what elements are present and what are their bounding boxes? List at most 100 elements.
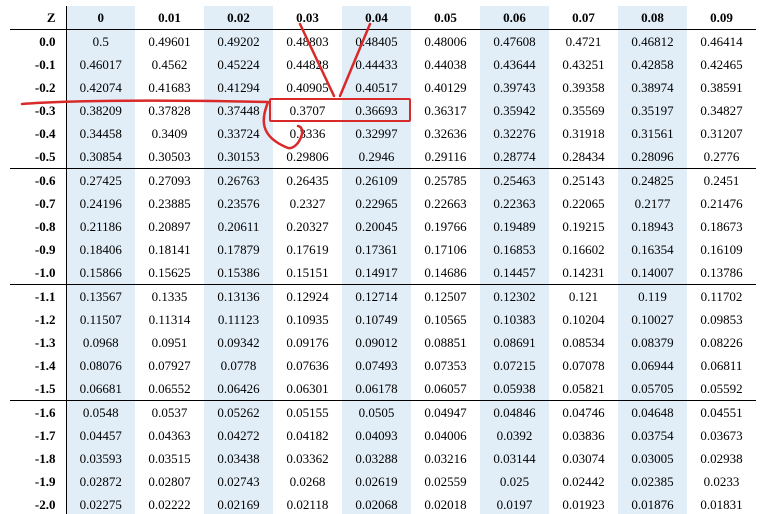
cell: 0.40905 <box>273 76 342 99</box>
cell: 0.28774 <box>480 145 549 169</box>
cell: 0.07927 <box>135 354 204 377</box>
cell: 0.42465 <box>687 53 756 76</box>
cell: 0.43251 <box>549 53 618 76</box>
cell: 0.43644 <box>480 53 549 76</box>
row-header: -2.0 <box>10 493 66 514</box>
table-row: -1.20.115070.113140.111230.109350.107490… <box>10 308 756 331</box>
table-row: 0.00.50.496010.492020.488030.484050.4800… <box>10 30 756 54</box>
cell: 0.10749 <box>342 308 411 331</box>
cell: 0.13136 <box>204 285 273 309</box>
cell: 0.22065 <box>549 192 618 215</box>
cell: 0.03074 <box>549 447 618 470</box>
cell: 0.46812 <box>618 30 687 54</box>
cell: 0.31207 <box>687 122 756 145</box>
cell: 0.44038 <box>411 53 480 76</box>
col-header: 0.01 <box>135 6 204 30</box>
cell: 0.14917 <box>342 261 411 285</box>
cell: 0.12924 <box>273 285 342 309</box>
cell: 0.15386 <box>204 261 273 285</box>
cell: 0.3409 <box>135 122 204 145</box>
cell: 0.04182 <box>273 424 342 447</box>
cell: 0.04006 <box>411 424 480 447</box>
cell: 0.18406 <box>66 238 135 261</box>
cell: 0.07353 <box>411 354 480 377</box>
row-header: -1.2 <box>10 308 66 331</box>
row-header: -0.3 <box>10 99 66 122</box>
cell: 0.35197 <box>618 99 687 122</box>
cell: 0.42858 <box>618 53 687 76</box>
row-header: 0.0 <box>10 30 66 54</box>
col-header: 0.08 <box>618 6 687 30</box>
cell: 0.23576 <box>204 192 273 215</box>
row-header: -1.3 <box>10 331 66 354</box>
cell: 0.20045 <box>342 215 411 238</box>
cell: 0.16853 <box>480 238 549 261</box>
cell: 0.23885 <box>135 192 204 215</box>
cell: 0.35569 <box>549 99 618 122</box>
cell: 0.0197 <box>480 493 549 514</box>
cell: 0.36317 <box>411 99 480 122</box>
table-row: -0.30.382090.378280.374480.37070.366930.… <box>10 99 756 122</box>
cell: 0.2776 <box>687 145 756 169</box>
cell: 0.22965 <box>342 192 411 215</box>
cell: 0.46017 <box>66 53 135 76</box>
cell: 0.14686 <box>411 261 480 285</box>
col-header: 0.05 <box>411 6 480 30</box>
cell: 0.09853 <box>687 308 756 331</box>
cell: 0.02619 <box>342 470 411 493</box>
cell: 0.11702 <box>687 285 756 309</box>
cell: 0.06681 <box>66 377 135 401</box>
cell: 0.39358 <box>549 76 618 99</box>
cell: 0.24825 <box>618 169 687 193</box>
cell: 0.2177 <box>618 192 687 215</box>
cell: 0.4721 <box>549 30 618 54</box>
cell: 0.0505 <box>342 401 411 425</box>
cell: 0.05155 <box>273 401 342 425</box>
cell: 0.02807 <box>135 470 204 493</box>
row-header: -0.8 <box>10 215 66 238</box>
cell: 0.025 <box>480 470 549 493</box>
cell: 0.121 <box>549 285 618 309</box>
cell: 0.24196 <box>66 192 135 215</box>
table-row: -1.30.09680.09510.093420.091760.090120.0… <box>10 331 756 354</box>
cell: 0.04846 <box>480 401 549 425</box>
cell: 0.02743 <box>204 470 273 493</box>
cell: 0.38209 <box>66 99 135 122</box>
cell: 0.09342 <box>204 331 273 354</box>
cell: 0.26435 <box>273 169 342 193</box>
cell: 0.03515 <box>135 447 204 470</box>
cell: 0.17361 <box>342 238 411 261</box>
cell: 0.44828 <box>273 53 342 76</box>
cell: 0.17619 <box>273 238 342 261</box>
cell: 0.34827 <box>687 99 756 122</box>
cell: 0.0392 <box>480 424 549 447</box>
cell: 0.07215 <box>480 354 549 377</box>
cell: 0.06552 <box>135 377 204 401</box>
cell: 0.06178 <box>342 377 411 401</box>
table-row: -0.40.344580.34090.337240.33360.329970.3… <box>10 122 756 145</box>
cell: 0.22363 <box>480 192 549 215</box>
cell: 0.12714 <box>342 285 411 309</box>
cell: 0.13786 <box>687 261 756 285</box>
cell: 0.19766 <box>411 215 480 238</box>
cell: 0.12302 <box>480 285 549 309</box>
cell: 0.2946 <box>342 145 411 169</box>
cell: 0.20611 <box>204 215 273 238</box>
cell: 0.35942 <box>480 99 549 122</box>
row-header: -1.6 <box>10 401 66 425</box>
cell: 0.19489 <box>480 215 549 238</box>
cell: 0.06301 <box>273 377 342 401</box>
cell: 0.04093 <box>342 424 411 447</box>
cell: 0.49202 <box>204 30 273 54</box>
cell: 0.10383 <box>480 308 549 331</box>
cell: 0.40129 <box>411 76 480 99</box>
cell: 0.01876 <box>618 493 687 514</box>
table-row: -1.90.028720.028070.027430.02680.026190.… <box>10 470 756 493</box>
col-header: 0.03 <box>273 6 342 30</box>
cell: 0.45224 <box>204 53 273 76</box>
cell: 0.44433 <box>342 53 411 76</box>
cell: 0.47608 <box>480 30 549 54</box>
cell: 0.13567 <box>66 285 135 309</box>
cell: 0.36693 <box>342 99 411 122</box>
cell: 0.26109 <box>342 169 411 193</box>
